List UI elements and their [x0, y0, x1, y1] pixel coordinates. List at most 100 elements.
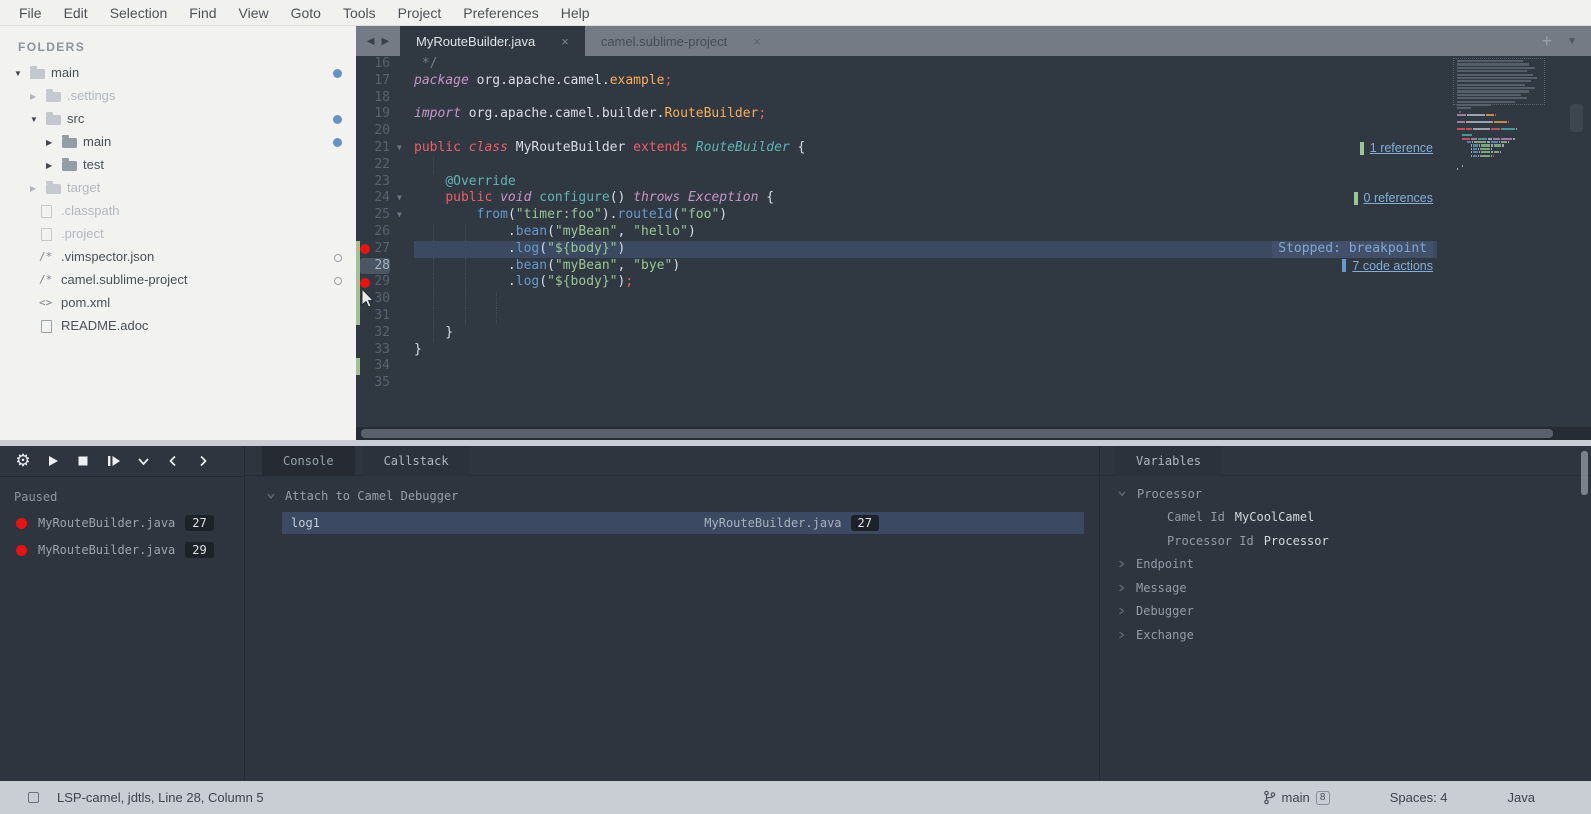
minimap-line [1457, 148, 1556, 150]
panel-down-icon[interactable] [128, 449, 158, 473]
breakpoint-icon [16, 518, 27, 529]
mouse-cursor [360, 288, 375, 310]
nav-left-icon[interactable] [158, 449, 188, 473]
step-over-icon[interactable] [98, 449, 128, 473]
variable-child-row[interactable]: Processor IdProcessor [1167, 529, 1591, 553]
variable-row-processor[interactable]: Processor [1117, 482, 1591, 506]
code-line[interactable]: 26 .bean("myBean", "hello") [356, 224, 1591, 241]
sidebar-item-src[interactable]: ▼src [0, 108, 356, 131]
tab-close-icon[interactable]: × [753, 34, 761, 49]
tab-prev-icon[interactable]: ◀ [367, 36, 375, 47]
sidebar-item-main[interactable]: ▼main [0, 62, 356, 85]
code-line[interactable]: 29 .log("${body}"); [356, 274, 1591, 291]
line-number: 19 [360, 106, 390, 123]
start-icon[interactable] [38, 449, 68, 473]
code-line[interactable]: 34 [356, 358, 1591, 375]
tab-next-icon[interactable]: ▶ [382, 36, 390, 47]
minimap-line [1457, 144, 1556, 146]
code-line[interactable]: 18 [356, 90, 1591, 107]
variable-row-message[interactable]: Message [1117, 576, 1591, 600]
menu-item-selection[interactable]: Selection [99, 5, 179, 21]
variables-scrollbar[interactable] [1581, 451, 1588, 495]
git-branch-indicator[interactable]: main 8 [1263, 790, 1330, 805]
tab-overflow-icon[interactable]: ▼ [1567, 36, 1577, 47]
minimap-line [1457, 131, 1556, 133]
code-line[interactable]: 22 [356, 157, 1591, 174]
code-line[interactable]: 17package org.apache.camel.example; [356, 73, 1591, 90]
tab-close-icon[interactable]: × [561, 34, 569, 49]
sidebar-item-test[interactable]: ▶test [0, 154, 356, 177]
code-line[interactable]: 32 } [356, 325, 1591, 342]
annotation-link[interactable]: 1 reference [1370, 140, 1433, 157]
menu-item-file[interactable]: File [8, 5, 53, 21]
annotation-link[interactable]: 7 code actions [1352, 258, 1433, 275]
code-line[interactable]: 19import org.apache.camel.builder.RouteB… [356, 106, 1591, 123]
sidebar-item-pom-xml[interactable]: <>pom.xml [0, 292, 356, 315]
sidebar-item--settings[interactable]: ▶.settings [0, 85, 356, 108]
sidebar-item-camel-sublime-project[interactable]: /*camel.sublime-project [0, 269, 356, 292]
settings-icon[interactable]: ⚙ [8, 449, 38, 473]
code-text: from("timer:foo").routeId("foo") [414, 207, 727, 224]
code-line[interactable]: 24▼ public void configure() throws Excep… [356, 190, 1591, 207]
thread-row[interactable]: Attach to Camel Debugger [266, 489, 1099, 503]
sidebar-item--project[interactable]: .project [0, 223, 356, 246]
variable-row-debugger[interactable]: Debugger [1117, 600, 1591, 624]
code-line[interactable]: 25▼ from("timer:foo").routeId("foo") [356, 207, 1591, 224]
code-line[interactable]: 27 .log("${body}")Stopped: breakpoint [356, 241, 1591, 258]
stop-icon[interactable] [68, 449, 98, 473]
variable-child-row[interactable]: Camel IdMyCoolCamel [1167, 506, 1591, 530]
menu-item-edit[interactable]: Edit [53, 5, 99, 21]
menu-item-view[interactable]: View [228, 5, 280, 21]
indentation-status[interactable]: Spaces: 4 [1390, 790, 1448, 805]
menu-item-project[interactable]: Project [387, 5, 453, 21]
variable-row-exchange[interactable]: Exchange [1117, 623, 1591, 647]
minimap-line [1457, 155, 1556, 157]
sidebar-item--classpath[interactable]: .classpath [0, 200, 356, 223]
indent-guide [465, 308, 466, 325]
open-file-ring-icon [334, 277, 342, 285]
code-line[interactable]: 35 [356, 375, 1591, 392]
breakpoint-row[interactable]: MyRouteBuilder.java27 [16, 515, 244, 531]
tab-myroutebuilder-java[interactable]: MyRouteBuilder.java× [400, 26, 585, 56]
sidebar-item-main[interactable]: ▶main [0, 131, 356, 154]
variable-row-endpoint[interactable]: Endpoint [1117, 553, 1591, 577]
code-line[interactable]: 20 [356, 123, 1591, 140]
code-line[interactable]: 21▼public class MyRouteBuilder extends R… [356, 140, 1591, 157]
tab-variables[interactable]: Variables [1115, 446, 1222, 476]
fold-arrow-icon[interactable]: ▼ [397, 190, 402, 207]
menu-item-preferences[interactable]: Preferences [452, 5, 549, 21]
stack-frame-row[interactable]: log1MyRouteBuilder.java27 [282, 512, 1084, 534]
fold-arrow-icon[interactable]: ▼ [397, 207, 402, 224]
minimap[interactable] [1437, 56, 1560, 427]
chevron-down-icon: ▼ [14, 69, 22, 78]
syntax-status[interactable]: Java [1508, 790, 1535, 805]
code-line[interactable]: 28 .bean("myBean", "bye")7 code actions [356, 258, 1591, 275]
sidebar-item--vimspector-json[interactable]: /*.vimspector.json [0, 246, 356, 269]
sidebar-item-readme-adoc[interactable]: README.adoc [0, 315, 356, 338]
menu-item-tools[interactable]: Tools [332, 5, 387, 21]
code-line[interactable]: 23 @Override [356, 174, 1591, 191]
vertical-scrollbar[interactable] [1570, 104, 1583, 132]
code-line[interactable]: 30 [356, 291, 1591, 308]
tab-console[interactable]: Console [262, 446, 355, 476]
new-tab-icon[interactable]: + [1542, 31, 1553, 52]
breakpoint-line-badge: 27 [185, 515, 213, 531]
menu-item-goto[interactable]: Goto [280, 5, 332, 21]
fold-arrow-icon[interactable]: ▼ [397, 140, 402, 157]
code-line[interactable]: 16 */ [356, 56, 1591, 73]
vcs-status-icon[interactable] [28, 792, 39, 803]
menu-item-help[interactable]: Help [550, 5, 601, 21]
minimap-line [1457, 111, 1556, 113]
horizontal-scrollbar-thumb[interactable] [361, 429, 1553, 438]
tab-camel-sublime-project[interactable]: camel.sublime-project× [585, 26, 777, 56]
code-editor[interactable]: 16 */17package org.apache.camel.example;… [356, 56, 1591, 440]
code-line[interactable]: 31 [356, 308, 1591, 325]
nav-right-icon[interactable] [188, 449, 218, 473]
sidebar-item-label: .classpath [61, 203, 120, 218]
sidebar-item-target[interactable]: ▶target [0, 177, 356, 200]
code-line[interactable]: 33} [356, 342, 1591, 359]
menu-item-find[interactable]: Find [178, 5, 227, 21]
annotation-link[interactable]: 0 references [1364, 190, 1433, 207]
breakpoint-row[interactable]: MyRouteBuilder.java29 [16, 542, 244, 558]
tab-callstack[interactable]: Callstack [363, 446, 470, 476]
